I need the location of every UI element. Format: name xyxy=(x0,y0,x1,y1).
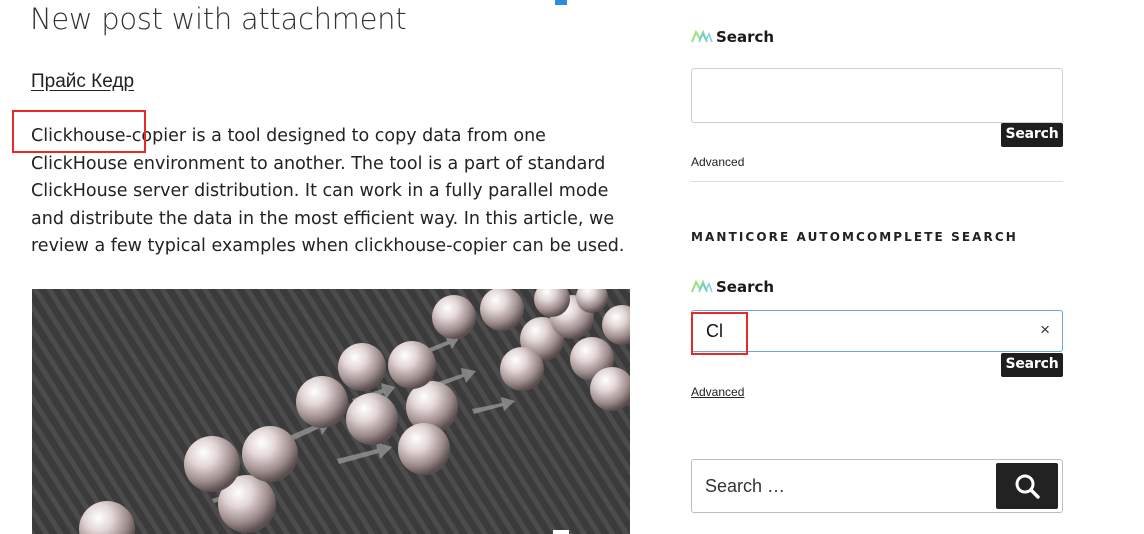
advanced-link[interactable]: Advanced xyxy=(691,155,744,169)
search-input[interactable] xyxy=(691,68,1063,123)
wp-search-form: Search … xyxy=(691,459,1063,513)
top-marker xyxy=(555,0,567,5)
text-highlight-box xyxy=(12,110,146,153)
wp-search-input[interactable]: Search … xyxy=(705,476,785,497)
manticore-logo-icon xyxy=(691,30,713,43)
autocomplete-widget-title: Search xyxy=(691,278,774,296)
search-button[interactable]: Search xyxy=(1001,123,1063,147)
image-marker xyxy=(553,530,569,534)
section-heading: Manticore automcomplete search xyxy=(691,230,1018,244)
post-featured-image xyxy=(32,289,630,534)
divider xyxy=(691,181,1063,182)
search-widget-title: Search xyxy=(691,28,774,46)
search-widget-title-label: Search xyxy=(716,28,775,46)
search-icon xyxy=(1015,474,1040,499)
post-title: New post with attachment xyxy=(30,2,407,36)
autocomplete-advanced-link[interactable]: Advanced xyxy=(691,385,744,399)
input-highlight-box xyxy=(691,312,748,355)
post-author-link[interactable]: Прайс Кедр xyxy=(31,71,134,93)
manticore-logo-icon xyxy=(691,280,713,293)
autocomplete-search-button[interactable]: Search xyxy=(1001,353,1063,377)
wp-search-button[interactable] xyxy=(996,463,1058,509)
clear-icon[interactable]: × xyxy=(1040,320,1050,340)
autocomplete-widget-title-label: Search xyxy=(716,278,775,296)
